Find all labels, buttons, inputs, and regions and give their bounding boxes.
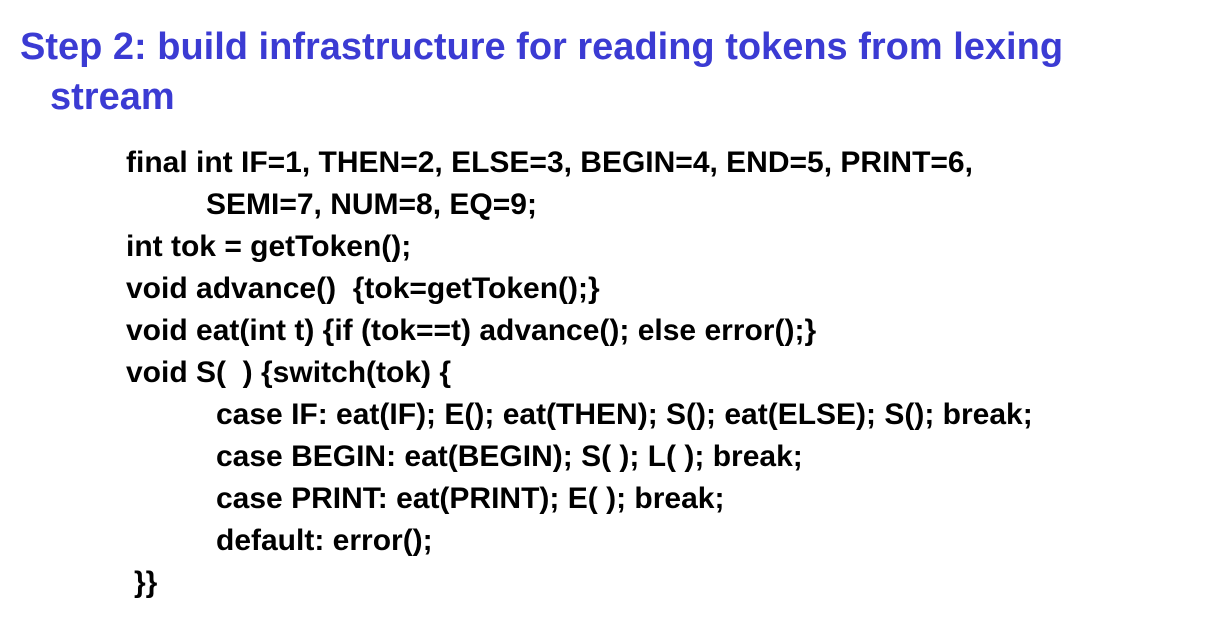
slide: Step 2: build infrastructure for reading…: [0, 0, 1208, 620]
code-line-s-decl: void S( ) {switch(tok) {: [126, 356, 452, 389]
code-line-advance: void advance() {tok=getToken();}: [126, 272, 600, 305]
code-line-eat: void eat(int t) {if (tok==t) advance(); …: [126, 314, 817, 347]
code-block: final int IF=1, THEN=2, ELSE=3, BEGIN=4,…: [126, 142, 1196, 604]
code-line-case-print: case PRINT: eat(PRINT); E( ); break;: [216, 482, 725, 515]
title-line-2: stream: [50, 76, 175, 118]
code-line-case-begin: case BEGIN: eat(BEGIN); S( ); L( ); brea…: [216, 440, 803, 473]
code-line-case-if: case IF: eat(IF); E(); eat(THEN); S(); e…: [216, 398, 1033, 431]
code-line-constants: final int IF=1, THEN=2, ELSE=3, BEGIN=4,…: [126, 146, 973, 179]
code-line-closing-braces: }}: [134, 566, 158, 599]
title-line-1: Step 2: build infrastructure for reading…: [20, 26, 1064, 68]
code-line-default: default: error();: [216, 524, 433, 557]
code-line-tok-decl: int tok = getToken();: [126, 230, 412, 263]
slide-title: Step 2: build infrastructure for reading…: [20, 22, 1200, 122]
code-line-constants-cont: SEMI=7, NUM=8, EQ=9;: [206, 188, 537, 221]
